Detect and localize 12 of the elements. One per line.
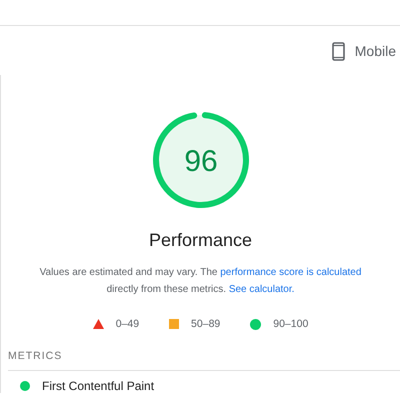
score-note: Values are estimated and may vary. The performance score is calculated directly from these metrics. See calculator. [38,266,362,297]
device-label: Mobile [354,43,396,59]
section-heading: METRICS [7,349,64,362]
legend-label: 90–100 [273,318,308,330]
phone-icon [332,42,345,60]
score-value: 96 [184,145,218,178]
legend-label: 50–89 [191,318,220,330]
metric-name: First Contentful Paint [42,379,154,393]
category-title: Performance [148,230,252,251]
score-link[interactable]: performance score is calculated [220,267,362,278]
calculator-link[interactable]: See calculator. [228,284,294,295]
legend-label: 0–49 [116,318,140,330]
